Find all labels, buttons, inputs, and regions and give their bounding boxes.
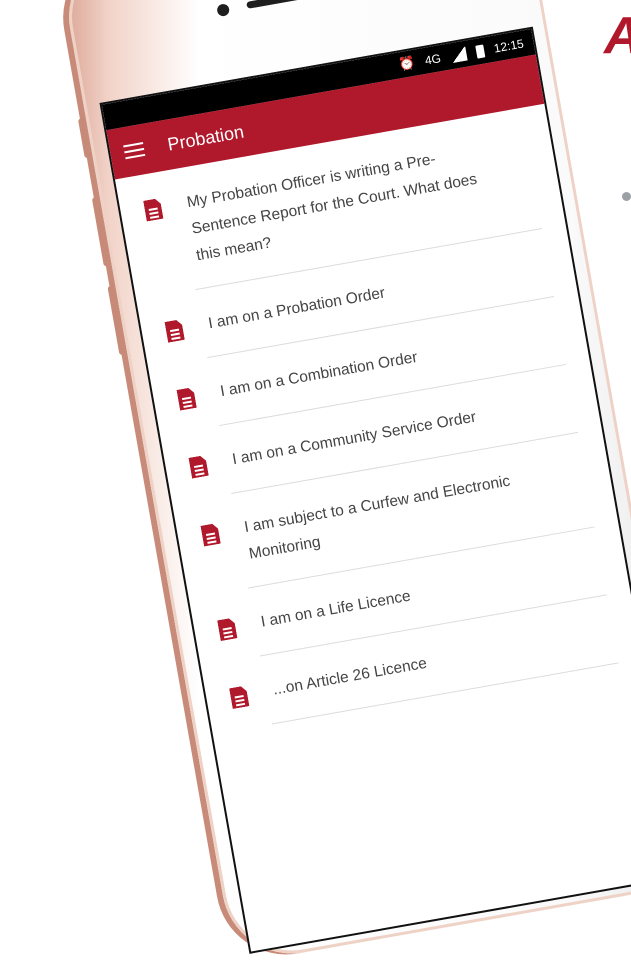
document-icon <box>200 523 220 547</box>
phone-screen: ⏰ 4G 12:15 Probation My Probation Office… <box>99 26 631 954</box>
battery-icon <box>475 43 486 59</box>
document-icon <box>229 685 249 709</box>
list-item-label: I am on a Probation Order <box>207 284 387 333</box>
app-title: Probation <box>165 121 246 155</box>
slide-heading-fragment: A <box>604 10 631 62</box>
network-type: 4G <box>423 51 443 68</box>
document-icon <box>217 617 237 641</box>
document-icon <box>164 319 184 343</box>
document-icon <box>176 387 196 411</box>
hamburger-menu-icon[interactable] <box>123 142 146 160</box>
document-icon <box>188 455 208 479</box>
phone-mockup: ⏰ 4G 12:15 Probation My Probation Office… <box>58 0 631 965</box>
document-icon <box>143 198 163 222</box>
bullet-point <box>622 192 631 201</box>
signal-icon <box>449 46 468 64</box>
list-item-label: ...on Article 26 Licence <box>271 654 429 699</box>
list-item-label: I am on a Life Licence <box>259 587 412 631</box>
alarm-clock-icon: ⏰ <box>397 54 417 73</box>
status-time: 12:15 <box>492 36 525 56</box>
